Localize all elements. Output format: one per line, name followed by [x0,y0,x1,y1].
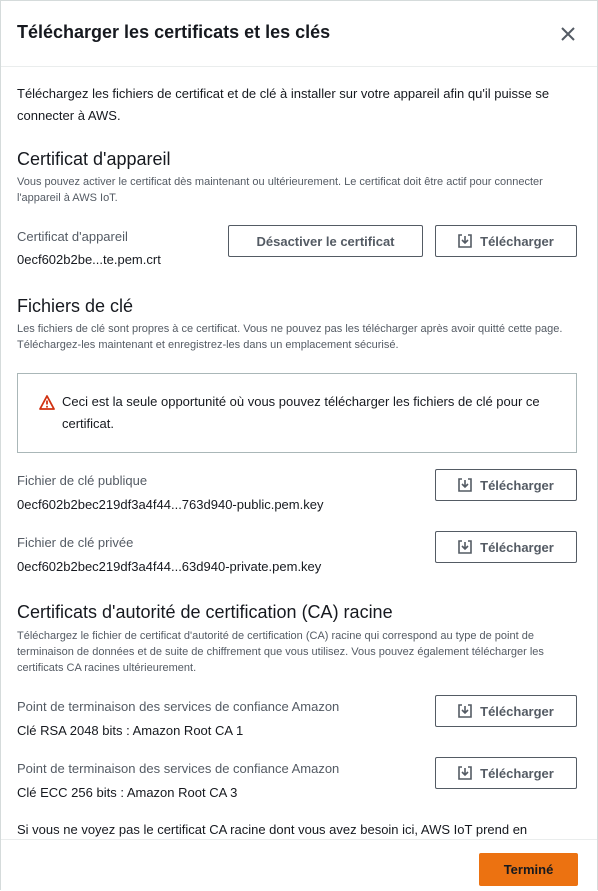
intro-text: Téléchargez les fichiers de certificat e… [17,86,550,123]
download-root-ca1-button[interactable]: Télécharger [435,695,577,727]
private-key-filename: 0ecf602b2bec219df3a4f44...63d940-private… [17,559,322,574]
download-root-ca3-button[interactable]: Télécharger [435,757,577,789]
key-files-description: Les fichiers de clé sont propres à ce ce… [17,323,563,351]
deactivate-certificate-button[interactable]: Désactiver le certificat [228,225,423,257]
download-label: Télécharger [480,477,554,493]
public-key-label: Fichier de clé publique [17,473,148,488]
download-public-key-button[interactable]: Télécharger [435,469,577,501]
device-cert-label: Certificat d'appareil [17,229,128,244]
download-private-key-button[interactable]: Télécharger [435,531,577,563]
download-label: Télécharger [480,703,554,719]
deactivate-certificate-label: Désactiver le certificat [256,233,395,249]
root-ca-heading: Certificats d'autorité de certification … [17,602,393,622]
download-label: Télécharger [480,539,554,555]
close-icon [561,27,575,41]
device-cert-description: Vous pouvez activer le certificat dès ma… [17,176,543,204]
download-icon [458,540,472,554]
download-icon [458,704,472,718]
ca-item-label: Point de terminaison des services de con… [17,761,340,776]
download-device-cert-button[interactable]: Télécharger [435,225,577,257]
download-certificates-modal: Télécharger les certificats et les clés … [0,0,598,891]
modal-title: Télécharger les certificats et les clés [17,22,331,42]
download-label: Télécharger [480,765,554,781]
device-cert-filename: 0ecf602b2be...te.pem.crt [17,252,161,267]
key-files-heading: Fichiers de clé [17,296,134,316]
public-key-filename: 0ecf602b2bec219df3a4f44...763d940-public… [17,497,324,512]
done-label: Terminé [503,862,554,877]
modal-body: Téléchargez les fichiers de certificat e… [1,68,597,839]
download-label: Télécharger [480,233,554,249]
download-icon [458,478,472,492]
private-key-label: Fichier de clé privée [17,535,134,550]
warning-icon [39,395,55,410]
ca-item-label: Point de terminaison des services de con… [17,699,340,714]
close-button[interactable] [555,21,581,47]
key-files-warning-alert: Ceci est la seule opportunité où vous po… [17,373,577,453]
root-ca-trailing-text: Si vous ne voyez pas le certificat CA ra… [17,822,528,837]
modal-header: Télécharger les certificats et les clés [1,1,597,67]
download-icon [458,766,472,780]
root-ca-description: Téléchargez le fichier de certificat d'a… [17,630,544,674]
ca-item-value: Clé RSA 2048 bits : Amazon Root CA 1 [17,723,244,738]
device-cert-heading: Certificat d'appareil [17,149,171,169]
download-icon [458,234,472,248]
done-button[interactable]: Terminé [479,853,578,886]
ca-item-value: Clé ECC 256 bits : Amazon Root CA 3 [17,785,238,800]
modal-footer: Terminé [1,839,597,891]
warning-text: Ceci est la seule opportunité où vous po… [62,394,540,431]
